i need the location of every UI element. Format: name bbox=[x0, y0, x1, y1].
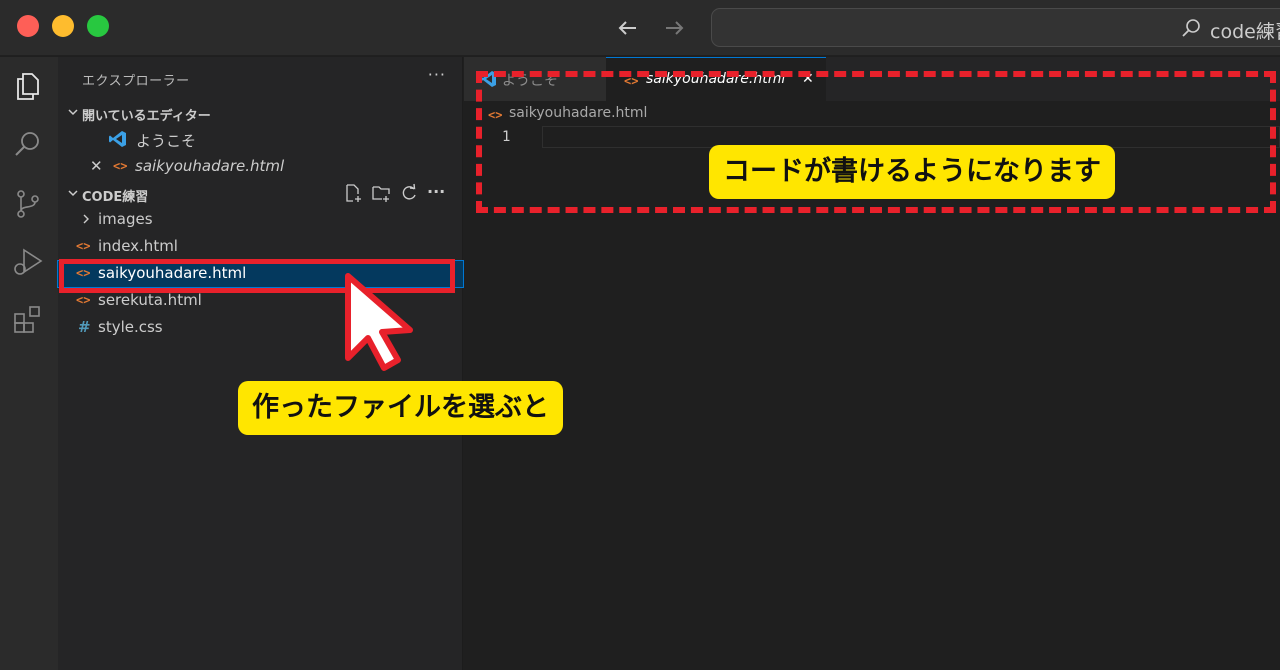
css-icon: # bbox=[78, 318, 91, 336]
tree-item-label: index.html bbox=[98, 237, 178, 255]
maximize-window-button[interactable] bbox=[87, 15, 109, 37]
more-actions-icon[interactable]: ··· bbox=[427, 183, 447, 203]
search-icon bbox=[1182, 19, 1200, 37]
more-actions-icon[interactable]: ··· bbox=[428, 65, 446, 84]
close-icon[interactable]: ✕ bbox=[90, 157, 103, 175]
close-window-button[interactable] bbox=[17, 15, 39, 37]
run-debug-icon[interactable] bbox=[11, 245, 45, 279]
chevron-down-icon bbox=[68, 190, 78, 197]
new-folder-icon[interactable] bbox=[371, 183, 391, 203]
html-icon: <> bbox=[76, 293, 91, 307]
open-editors-header[interactable]: 開いているエディター bbox=[58, 102, 463, 126]
tree-item-label: images bbox=[98, 210, 153, 228]
title-bar: code練習 bbox=[0, 0, 1280, 56]
extensions-icon[interactable] bbox=[11, 302, 45, 336]
new-file-icon[interactable] bbox=[343, 183, 363, 203]
sidebar-callout: 作ったファイルを選ぶと bbox=[238, 381, 563, 435]
minimize-window-button[interactable] bbox=[52, 15, 74, 37]
sidebar-title: エクスプローラー bbox=[82, 74, 190, 89]
workspace-label: CODE練習 bbox=[82, 190, 149, 205]
command-center-text: code練習 bbox=[1210, 21, 1280, 43]
open-editors-label: 開いているエディター bbox=[82, 109, 211, 124]
search-icon[interactable] bbox=[11, 127, 45, 161]
editor-callout: コードが書けるようになります bbox=[709, 145, 1115, 199]
tree-item-index-html[interactable]: <> index.html bbox=[58, 234, 463, 260]
source-control-icon[interactable] bbox=[11, 187, 45, 221]
tree-item-label: serekuta.html bbox=[98, 291, 202, 309]
workspace-header[interactable]: CODE練習 ··· bbox=[58, 183, 463, 207]
command-center-search[interactable]: code練習 bbox=[711, 8, 1280, 47]
explorer-toolbar: ··· bbox=[343, 183, 447, 207]
open-editor-label: ようこそ bbox=[136, 132, 197, 150]
html-icon: <> bbox=[76, 239, 91, 253]
mouse-pointer-icon bbox=[345, 273, 413, 371]
explorer-icon[interactable] bbox=[11, 69, 45, 103]
tree-item-label: style.css bbox=[98, 318, 163, 336]
open-editor-item-saikyouhadare[interactable]: ✕ <> saikyouhadare.html bbox=[58, 154, 463, 180]
chevron-right-icon bbox=[83, 214, 89, 224]
forward-arrow-icon[interactable] bbox=[660, 14, 688, 42]
html-icon: <> bbox=[113, 159, 128, 173]
activity-bar bbox=[0, 57, 58, 670]
vscode-icon bbox=[109, 131, 126, 147]
back-arrow-icon[interactable] bbox=[614, 14, 642, 42]
tree-item-images[interactable]: images bbox=[58, 207, 463, 233]
chevron-down-icon bbox=[68, 109, 78, 116]
open-editor-item-welcome[interactable]: ようこそ bbox=[58, 127, 463, 153]
open-editor-label: saikyouhadare.html bbox=[135, 157, 285, 175]
refresh-icon[interactable] bbox=[399, 183, 419, 203]
